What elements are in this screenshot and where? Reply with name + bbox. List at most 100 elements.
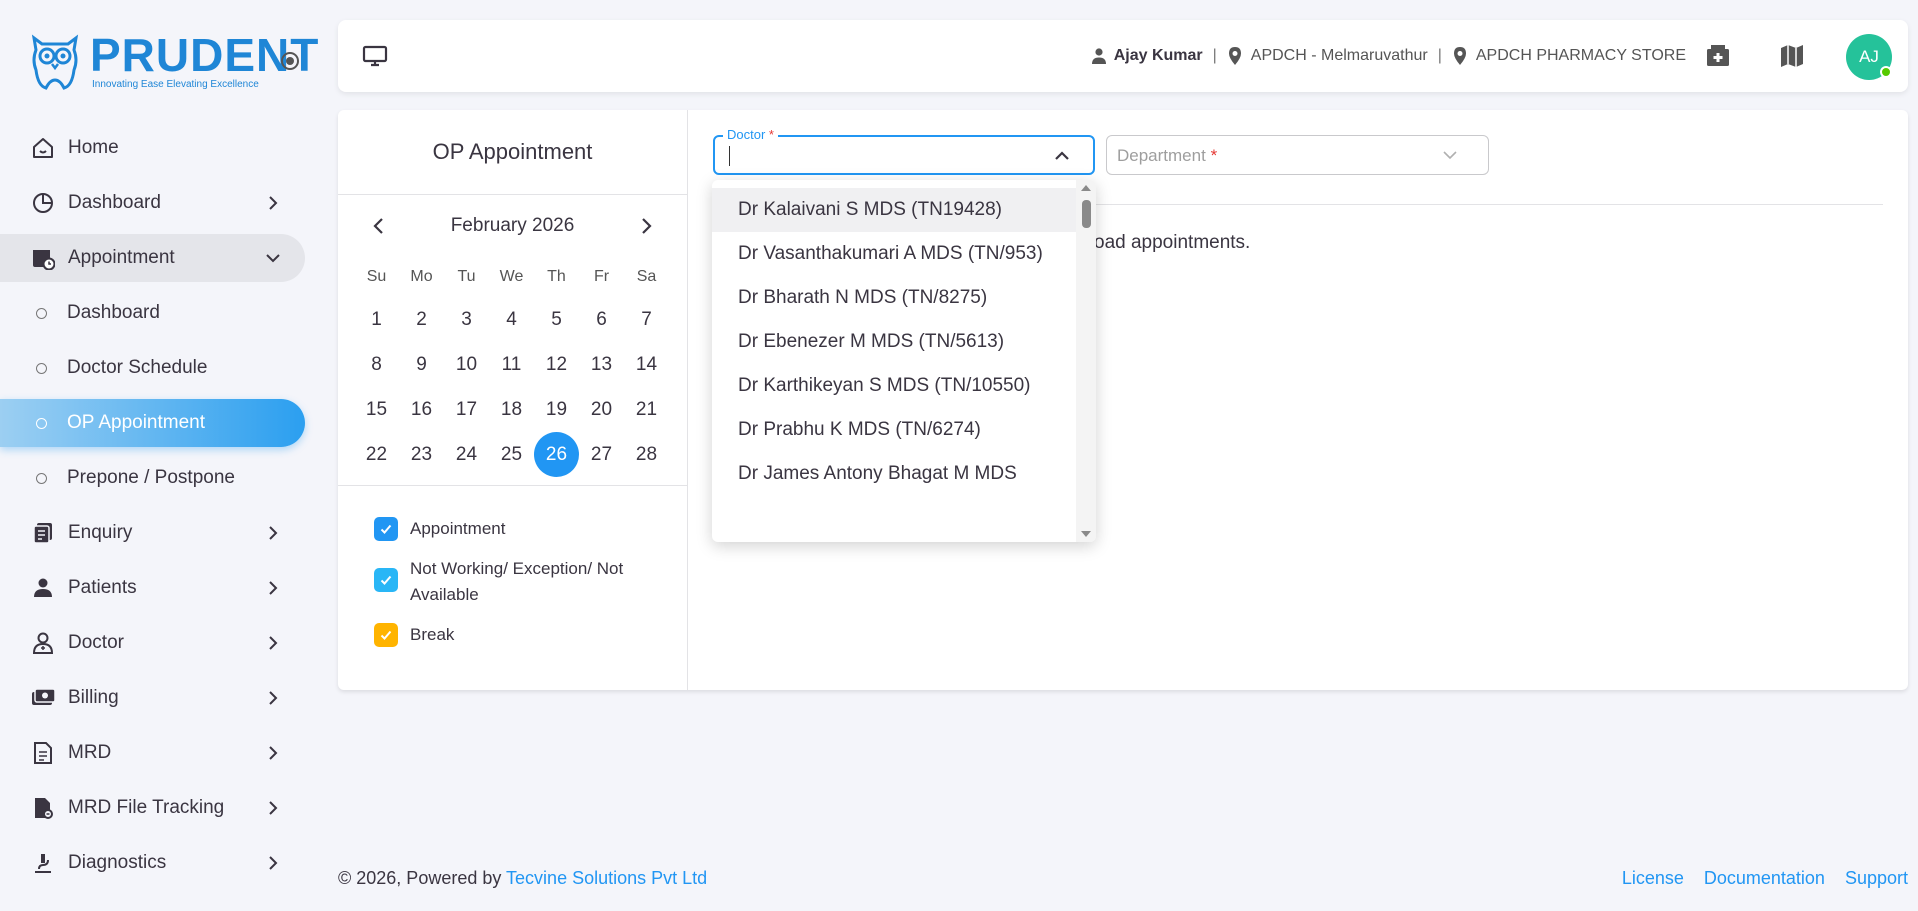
dropdown-scrollbar[interactable] (1076, 180, 1096, 542)
calendar-day[interactable]: 22 (354, 432, 399, 477)
doctor-option[interactable]: Dr Prabhu K MDS (TN/6274) (712, 408, 1076, 452)
calendar-day[interactable]: 11 (489, 342, 534, 387)
brand-logo[interactable]: PRUDENT Innovating Ease Elevating Excell… (28, 30, 319, 92)
calendar-day[interactable]: 1 (354, 297, 399, 342)
scroll-down-arrow-icon[interactable] (1080, 530, 1092, 538)
license-link[interactable]: License (1622, 868, 1684, 889)
microscope-icon (30, 850, 56, 876)
sidebar-item-dashboard[interactable]: Dashboard (0, 179, 305, 227)
calendar-day[interactable]: 25 (489, 432, 534, 477)
calendar-day[interactable]: 21 (624, 387, 669, 432)
person-icon (30, 575, 56, 601)
avatar[interactable]: AJ (1846, 34, 1892, 80)
copyright-text: © 2026, Powered by (338, 868, 507, 888)
calendar-day[interactable]: 13 (579, 342, 624, 387)
calendar-day[interactable]: 6 (579, 297, 624, 342)
calendar-day[interactable]: 7 (624, 297, 669, 342)
doctor-option[interactable]: Dr Kalaivani S MDS (TN19428) (712, 188, 1076, 232)
sidebar-item-home[interactable]: Home (0, 124, 305, 172)
sidebar-item-billing[interactable]: Billing (0, 674, 305, 722)
sidebar-item-mrd-file-tracking[interactable]: MRD File Tracking (0, 784, 305, 832)
scroll-up-arrow-icon[interactable] (1080, 184, 1092, 192)
map-icon[interactable] (1778, 42, 1806, 70)
doctor-option[interactable]: Dr James Antony Bhagat M MDS (712, 452, 1076, 496)
sidebar-nav: Home Dashboard Appointment Dashboard Doc… (0, 124, 305, 894)
calendar-day[interactable]: 2 (399, 297, 444, 342)
doctor-option[interactable]: Dr Bharath N MDS (TN/8275) (712, 276, 1076, 320)
doctor-option[interactable]: Dr Ebenezer M MDS (TN/5613) (712, 320, 1076, 364)
legend-item-break[interactable]: Break (374, 622, 687, 648)
legend-label: Break (410, 625, 455, 644)
calendar-day[interactable]: 8 (354, 342, 399, 387)
sidebar-item-label: MRD File Tracking (68, 797, 225, 818)
calendar-day[interactable]: 23 (399, 432, 444, 477)
sidebar-subitem-label: Doctor Schedule (67, 357, 208, 378)
sidebar-item-diagnostics[interactable]: Diagnostics (0, 839, 305, 887)
checkbox-checked-icon[interactable] (374, 517, 398, 541)
weekday-label: Th (547, 268, 566, 285)
legend-label: Appointment (410, 519, 506, 538)
calendar-day[interactable]: 15 (354, 387, 399, 432)
chevron-right-icon[interactable] (635, 215, 657, 237)
doctor-select[interactable]: Doctor * (713, 127, 1095, 175)
calendar-day[interactable]: 12 (534, 342, 579, 387)
calendar-day[interactable]: 20 (579, 387, 624, 432)
file-tracking-icon (30, 795, 56, 821)
calendar-day[interactable]: 14 (624, 342, 669, 387)
calendar-day[interactable]: 17 (444, 387, 489, 432)
sidebar-item-label: Billing (68, 687, 119, 708)
calendar-day[interactable]: 3 (444, 297, 489, 342)
circle-icon (36, 417, 47, 429)
calendar-day[interactable]: 9 (399, 342, 444, 387)
checkbox-checked-icon[interactable] (374, 623, 398, 647)
sidebar-subitem-doctor-schedule[interactable]: Doctor Schedule (0, 344, 305, 392)
legend-item-appointment[interactable]: Appointment (374, 516, 687, 542)
sidebar-subitem-label: OP Appointment (67, 412, 206, 433)
op-appointment-card: OP Appointment February 2026 Su Mo Tu We… (338, 110, 1908, 690)
store-name[interactable]: APDCH PHARMACY STORE (1476, 47, 1686, 65)
weekday-label: Mo (410, 268, 433, 285)
sidebar-item-doctor[interactable]: Doctor (0, 619, 305, 667)
sidebar-item-enquiry[interactable]: Enquiry (0, 509, 305, 557)
checkbox-checked-icon[interactable] (374, 568, 398, 592)
chevron-right-icon (269, 636, 278, 650)
department-select[interactable]: Department * (1106, 135, 1489, 175)
enquiry-icon (30, 520, 56, 546)
calendar-day[interactable]: 5 (534, 297, 579, 342)
sidebar-item-mrd[interactable]: MRD (0, 729, 305, 777)
calendar-day[interactable]: 28 (624, 432, 669, 477)
branch-name[interactable]: APDCH - Melmaruvathur (1251, 47, 1428, 65)
doctor-option[interactable]: Dr Karthikeyan S MDS (TN/10550) (712, 364, 1076, 408)
chevron-left-icon[interactable] (368, 215, 390, 237)
calendar-day[interactable]: 18 (489, 387, 534, 432)
sidebar-item-label: Appointment (68, 247, 175, 268)
calendar-day-selected[interactable]: 26 (534, 432, 579, 477)
weekday-label: Sa (636, 268, 657, 285)
doctor-option[interactable]: Dr Vasanthakumari A MDS (TN/953) (712, 232, 1076, 276)
support-link[interactable]: Support (1845, 868, 1908, 889)
documentation-link[interactable]: Documentation (1704, 868, 1825, 889)
chevron-up-icon[interactable] (1053, 147, 1071, 165)
sidebar-subitem-prepone-postpone[interactable]: Prepone / Postpone (0, 454, 305, 502)
scrollbar-thumb[interactable] (1082, 200, 1091, 228)
doctor-field-label: Doctor * (723, 127, 778, 142)
monitor-icon[interactable] (362, 44, 388, 68)
calendar-day[interactable]: 19 (534, 387, 579, 432)
calendar-day[interactable]: 16 (399, 387, 444, 432)
avatar-initials: AJ (1859, 47, 1879, 66)
sidebar-pin-toggle[interactable] (281, 52, 299, 70)
calendar-day[interactable]: 27 (579, 432, 624, 477)
calendar-day[interactable]: 24 (444, 432, 489, 477)
sidebar-subitem-appointment-dashboard[interactable]: Dashboard (0, 289, 305, 337)
calendar-day[interactable]: 10 (444, 342, 489, 387)
sidebar-item-patients[interactable]: Patients (0, 564, 305, 612)
legend-item-not-working[interactable]: Not Working/ Exception/ Not Available (374, 556, 687, 608)
user-context: Ajay Kumar | APDCH - Melmaruvathur | APD… (1090, 44, 1686, 68)
company-link[interactable]: Tecvine Solutions Pvt Ltd (506, 868, 707, 888)
calendar-day[interactable]: 4 (489, 297, 534, 342)
sidebar-item-appointment[interactable]: Appointment (0, 234, 305, 282)
user-name[interactable]: Ajay Kumar (1114, 47, 1203, 65)
sidebar-subitem-op-appointment[interactable]: OP Appointment (0, 399, 305, 447)
pharmacy-icon[interactable] (1704, 42, 1732, 70)
calendar-week-row: 22 23 24 25 26 27 28 (338, 432, 687, 477)
